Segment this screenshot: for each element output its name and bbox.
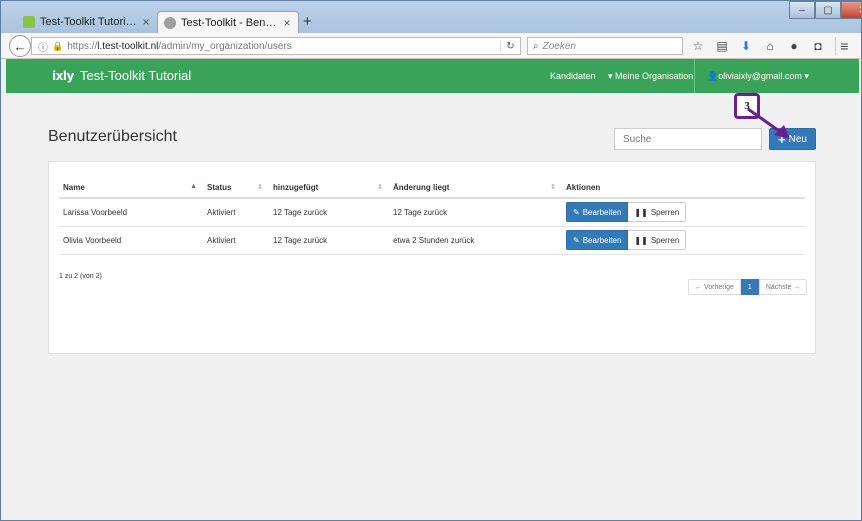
edit-label: Bearbeiten xyxy=(582,235,622,245)
minimize-icon[interactable]: – xyxy=(789,1,815,19)
url-bar[interactable]: ⓘ 🔒 https:// l.test-toolkit.nl /admin/my… xyxy=(31,37,521,55)
app-header: ixly Test-Toolkit Tutorial Kandidaten ▾ … xyxy=(6,59,859,93)
callout-arrow-icon xyxy=(747,107,790,139)
nav-kandidaten[interactable]: Kandidaten xyxy=(550,71,596,81)
nav-org-label: Meine Organisation xyxy=(615,71,694,81)
page-1-button[interactable]: 1 xyxy=(740,279,759,295)
col-status-label: Status xyxy=(207,183,232,192)
caret-down-icon: ▾ xyxy=(801,71,809,81)
cell-status: Aktiviert xyxy=(203,198,269,227)
edit-icon: ✎ xyxy=(573,207,580,217)
reload-icon[interactable]: ↻ xyxy=(500,40,520,52)
sort-icon: ⇕ xyxy=(257,184,263,191)
lock-label: Sperren xyxy=(650,235,680,245)
sort-icon: ⇕ xyxy=(550,184,556,191)
ixly-logo[interactable]: ixly xyxy=(52,69,74,83)
search-icon: ⌕ xyxy=(533,40,539,52)
users-panel: Name ▲ Status ⇕ hinzugefügt ⇕ Änderung lieg… xyxy=(48,161,816,354)
sort-icon: ⇕ xyxy=(377,184,383,191)
user-search-input[interactable] xyxy=(614,128,762,150)
star-icon[interactable]: ☆ xyxy=(689,37,707,55)
pocket-icon[interactable]: ◘ xyxy=(809,37,827,55)
next-page-button[interactable]: Nächste → xyxy=(758,279,808,295)
back-arrow-icon[interactable]: ← xyxy=(9,35,31,57)
ixly-favicon-icon xyxy=(23,16,35,28)
nav-meine-organisation[interactable]: ▾ Meine Organisation xyxy=(608,71,693,82)
col-status[interactable]: Status ⇕ xyxy=(203,178,269,199)
caret-down-icon: ▾ xyxy=(608,71,616,81)
cell-actions: ✎ Bearbeiten ❚❚ Sperren xyxy=(562,198,805,227)
tab-close-icon[interactable]: × xyxy=(282,16,292,30)
table-row: Larissa Voorbeeld Aktiviert 12 Tage zurü… xyxy=(59,198,805,227)
col-changed[interactable]: Änderung liegt ⇕ xyxy=(389,178,562,199)
cell-status: Aktiviert xyxy=(203,226,269,255)
lock-label: Sperren xyxy=(650,207,680,217)
main-content: Benutzerübersicht + Neu 3 Name▲ Status⇕ … xyxy=(6,93,859,519)
edit-icon: ✎ xyxy=(573,235,580,245)
info-icon[interactable]: ⓘ xyxy=(38,39,48,54)
col-added-label: hinzugefügt xyxy=(273,183,319,192)
cell-name: Olivia Voorbeeld xyxy=(59,226,203,255)
cell-changed: 12 Tage zurück xyxy=(389,198,562,227)
browser-tab-benutzeruebersicht[interactable]: Test-Toolkit - Benutzerübe... × xyxy=(157,11,299,33)
browser-window: Test-Toolkit Tutorial > Ixly × Test-Tool… xyxy=(0,0,862,521)
users-table: Name ▲ Status ⇕ hinzugefügt ⇕ Änderung lieg… xyxy=(59,178,805,255)
browser-tab-toolkit-tutorial[interactable]: Test-Toolkit Tutorial > Ixly × xyxy=(17,11,157,33)
cell-changed: etwa 2 Stunden zurück xyxy=(389,226,562,255)
tab-label: Test-Toolkit - Benutzerübe... xyxy=(181,16,282,29)
pagination: ← Vorherige 1 Nächste → xyxy=(688,279,808,295)
generic-favicon-icon xyxy=(164,16,176,29)
col-added[interactable]: hinzugefügt ⇕ xyxy=(269,178,389,199)
edit-button[interactable]: ✎ Bearbeiten xyxy=(566,202,629,223)
home-icon[interactable]: ⌂ xyxy=(761,37,779,55)
url-prefix: https:// xyxy=(67,40,98,52)
table-header-row: Name ▲ Status ⇕ hinzugefügt ⇕ Änderung lieg… xyxy=(59,178,805,199)
col-name-label: Name xyxy=(63,183,85,192)
app-title[interactable]: Test-Toolkit Tutorial xyxy=(80,68,191,83)
pause-icon: ❚❚ xyxy=(634,235,648,245)
cell-added: 12 Tage zurück xyxy=(269,198,389,227)
lock-button[interactable]: ❚❚ Sperren xyxy=(628,202,687,223)
user-icon: 👤 xyxy=(707,71,719,81)
page-title: Benutzerübersicht xyxy=(48,128,177,145)
browser-navbar: ← ⓘ 🔒 https:// l.test-toolkit.nl /admin/… xyxy=(1,33,861,59)
col-actions-label: Aktionen xyxy=(566,183,601,192)
window-controls: – ▢ ✕ xyxy=(789,1,861,19)
browser-search-placeholder: Zoeken xyxy=(542,40,576,52)
toolbar-icons: ☆ ▤ ⬇ ⌂ ● ◘ xyxy=(689,37,827,55)
clipboard-icon[interactable]: ▤ xyxy=(713,37,731,55)
prev-page-button[interactable]: ← Vorherige xyxy=(688,279,741,295)
close-window-icon[interactable]: ✕ xyxy=(841,1,861,19)
nav-user-menu[interactable]: 👤oliviaixly@gmail.com ▾ xyxy=(707,71,809,82)
new-tab-icon[interactable]: + xyxy=(303,13,312,30)
sort-asc-icon: ▲ xyxy=(190,183,197,190)
cell-actions: ✎ Bearbeiten ❚❚ Sperren xyxy=(562,226,805,255)
maximize-icon[interactable]: ▢ xyxy=(815,1,841,19)
lock-icon: 🔒 xyxy=(52,40,64,51)
col-changed-label: Änderung liegt xyxy=(393,183,450,192)
chat-icon[interactable]: ● xyxy=(785,37,803,55)
pause-icon: ❚❚ xyxy=(634,207,648,217)
header-divider xyxy=(694,59,695,93)
hamburger-menu-icon[interactable]: ≡ xyxy=(835,37,853,55)
tab-strip: Test-Toolkit Tutorial > Ixly × Test-Tool… xyxy=(1,1,861,33)
user-email: oliviaixly@gmail.com xyxy=(718,71,802,81)
lock-button[interactable]: ❚❚ Sperren xyxy=(628,230,687,250)
download-icon[interactable]: ⬇ xyxy=(737,37,755,55)
url-host: l.test-toolkit.nl xyxy=(97,40,159,52)
tab-close-icon[interactable]: × xyxy=(141,15,151,29)
col-name[interactable]: Name ▲ xyxy=(59,178,203,199)
url-path: /admin/my_organization/users xyxy=(158,40,292,52)
tab-label: Test-Toolkit Tutorial > Ixly xyxy=(40,16,141,28)
browser-search-field[interactable]: ⌕ Zoeken xyxy=(527,37,683,55)
cell-added: 12 Tage zurück xyxy=(269,226,389,255)
col-actions: Aktionen xyxy=(562,178,805,199)
edit-button[interactable]: ✎ Bearbeiten xyxy=(566,230,629,250)
cell-name: Larissa Voorbeeld xyxy=(59,198,203,227)
result-count: 1 zu 2 (von 2) xyxy=(59,273,102,280)
table-row: Olivia Voorbeeld Aktiviert 12 Tage zurüc… xyxy=(59,226,805,255)
edit-label: Bearbeiten xyxy=(582,207,622,217)
